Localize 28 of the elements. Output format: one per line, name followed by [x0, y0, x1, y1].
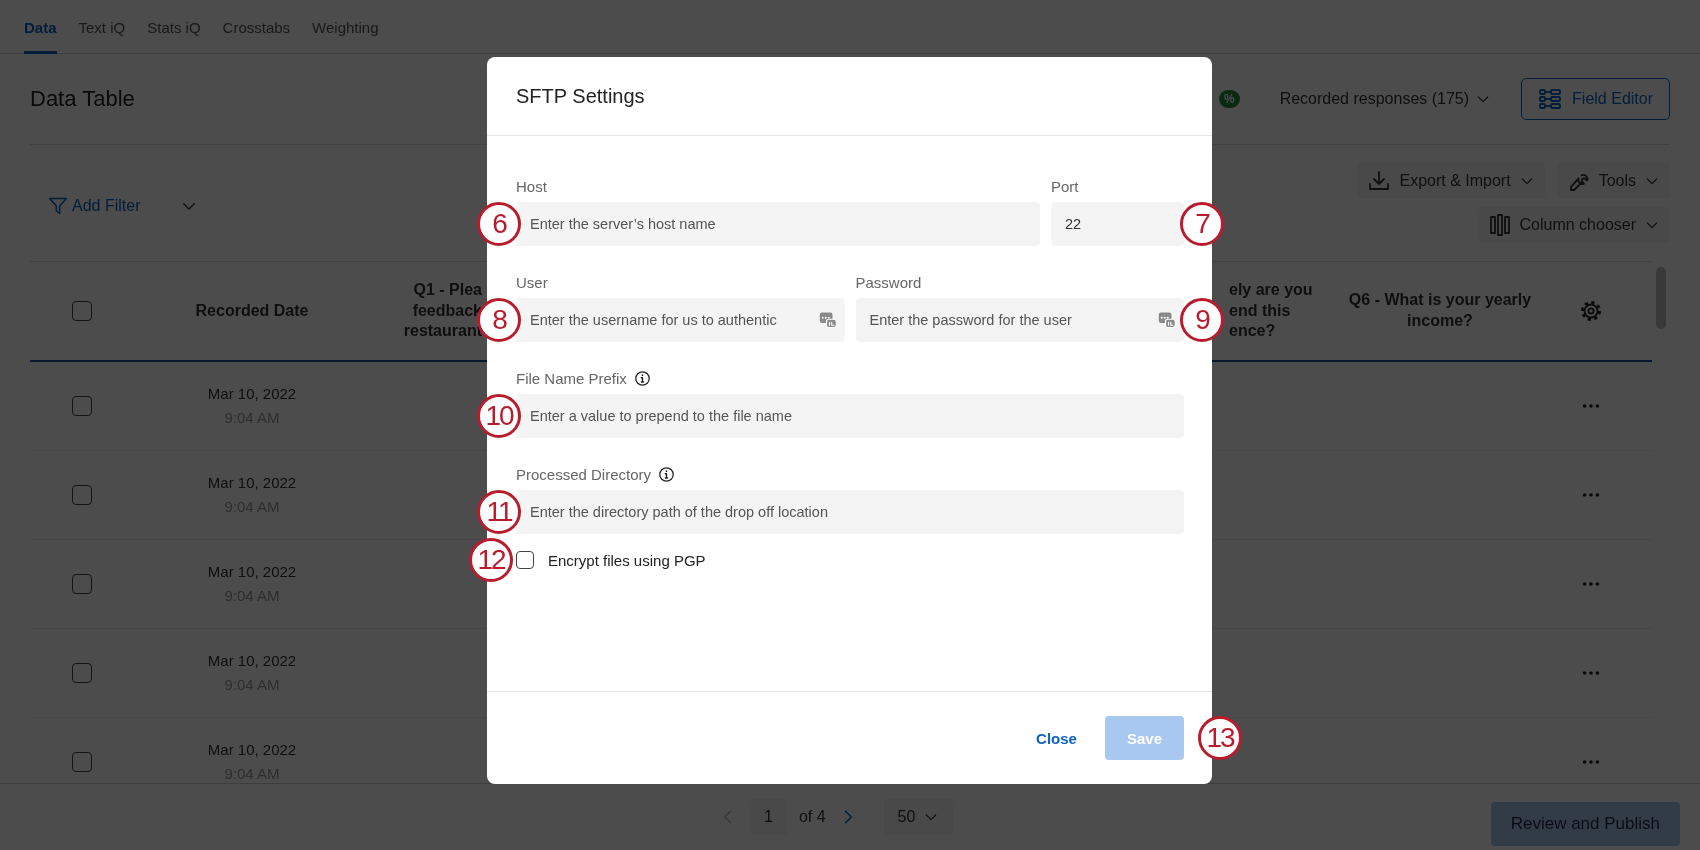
column-header: Recorded Date — [195, 300, 309, 321]
date-text: Mar 10, 2022 — [207, 562, 297, 582]
date-text: Mar 10, 2022 — [207, 740, 297, 760]
field-label: User — [516, 273, 548, 291]
input-field[interactable]: 22 — [1051, 202, 1184, 246]
column-header: Q6 - What is your yearly income? — [1348, 290, 1532, 331]
page-count: of 4 — [798, 808, 826, 826]
date-text: Mar 10, 2022 — [207, 651, 297, 671]
checkbox-label: Encrypt files using PGP — [548, 551, 706, 569]
date-text: Mar 10, 2022 — [207, 384, 297, 404]
callout-badge: 13 — [1198, 716, 1242, 760]
input-field[interactable]: Enter the directory path of the drop off location — [516, 490, 1184, 534]
input-field[interactable]: Enter the username for us to authentic — [516, 298, 845, 342]
field-label: Processed Directory — [516, 465, 652, 483]
field-label: Port — [1051, 177, 1079, 195]
page-title: Data Table — [30, 86, 135, 112]
column-header: Q1 - Plea feedback restaurant — [403, 279, 482, 342]
input-field[interactable]: Enter the password for the user — [855, 298, 1184, 342]
date-text: Mar 10, 2022 — [207, 473, 297, 493]
column-header: ely are you end this ence? — [1229, 279, 1313, 342]
close-link[interactable]: Close — [1036, 716, 1077, 760]
field-label: File Name Prefix — [516, 369, 627, 387]
field-label: Password — [855, 273, 922, 291]
input-field[interactable]: Enter a value to prepend to the file name — [516, 394, 1184, 438]
dialog-title: SFTP Settings — [516, 84, 645, 108]
callout-badge: 12 — [469, 538, 513, 582]
field-label: Host — [516, 177, 547, 195]
input-field[interactable]: Enter the server’s host name — [516, 202, 1040, 246]
